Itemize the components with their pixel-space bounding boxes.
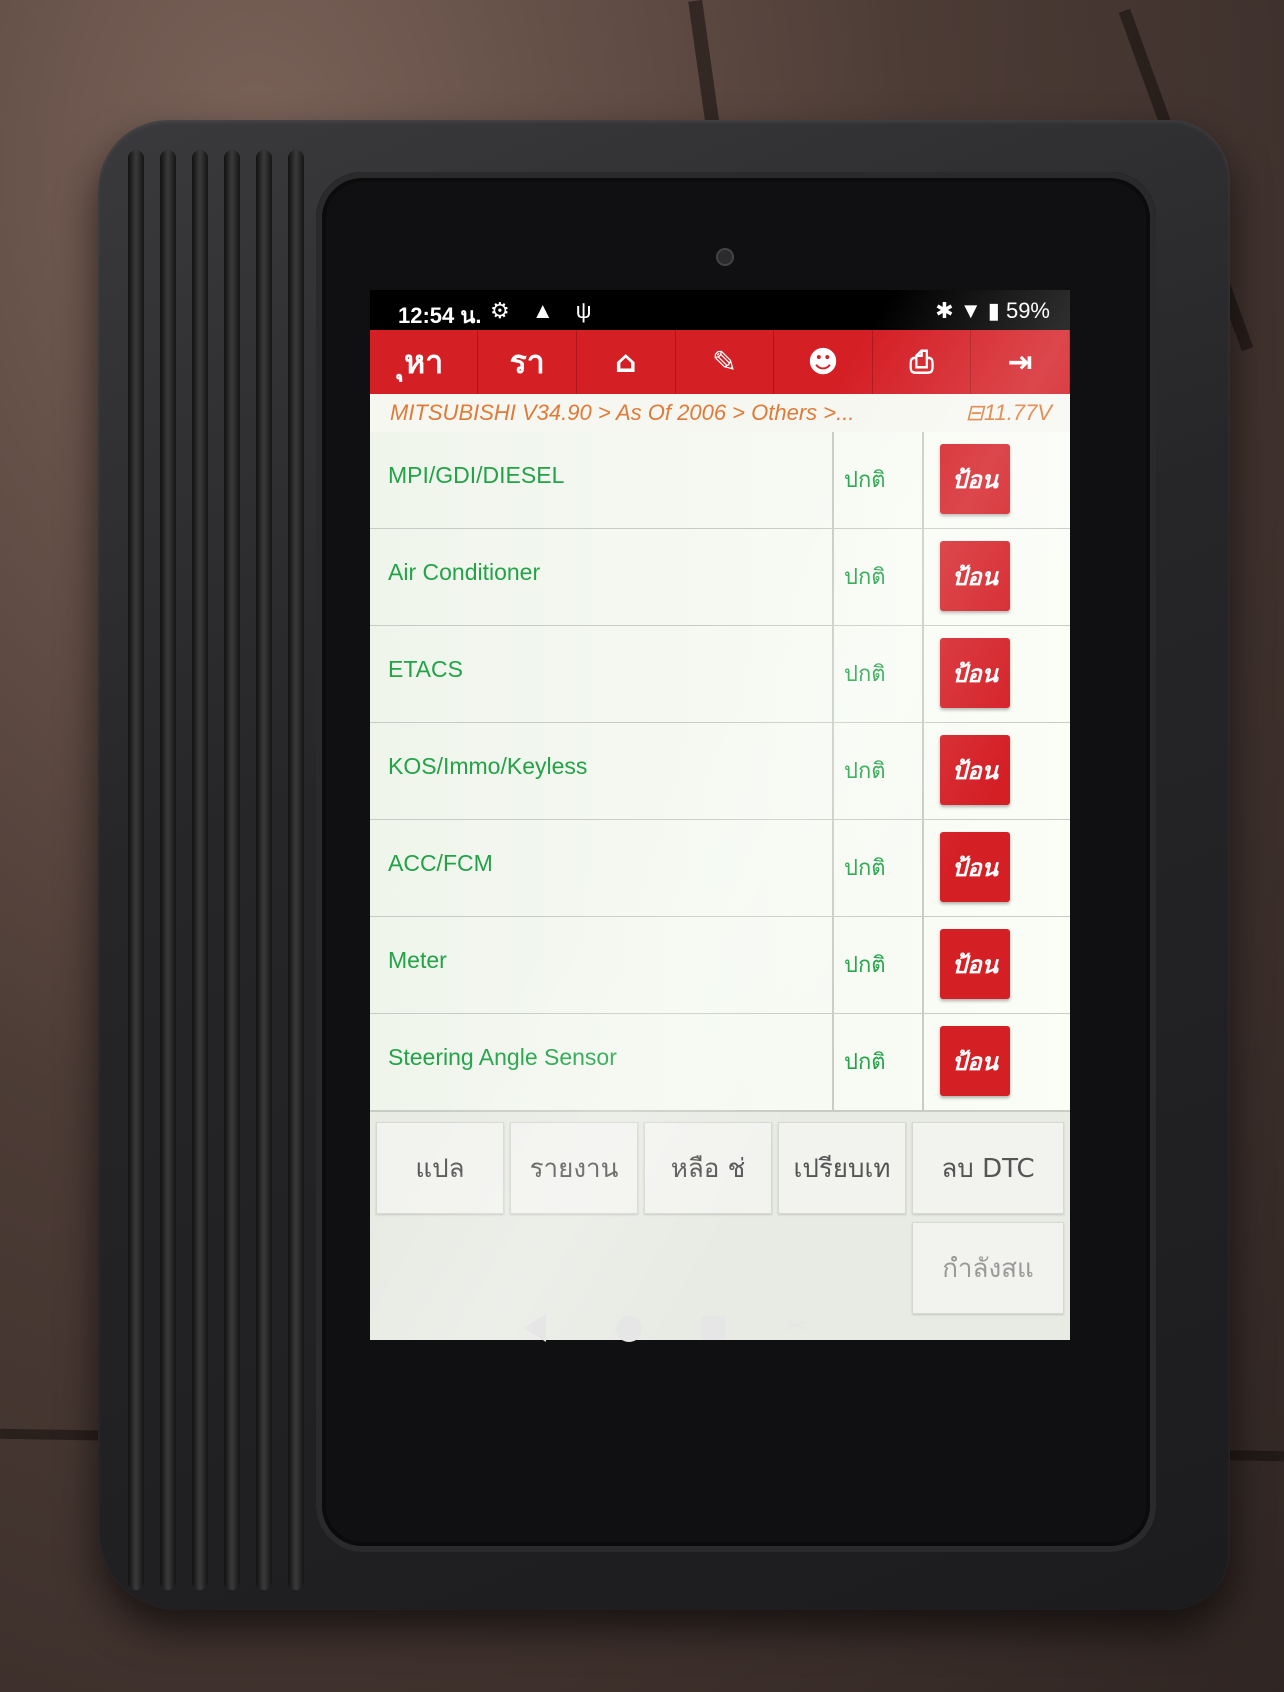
voltage-value: 11.77V [983, 400, 1052, 425]
compare-button[interactable]: เปรียบเท [778, 1122, 906, 1214]
top-toolbar: ุหา รา ⌂ ✎ ☻ ⎙ ⇥ [370, 330, 1070, 394]
clear-dtc-button[interactable]: ลบ DTC [912, 1122, 1064, 1214]
status-time: 12:54 น. [398, 303, 482, 328]
status-icons: ✱ ▼ ▮ [935, 298, 1000, 323]
android-nav-bar: ✂ [340, 1290, 1040, 1380]
system-name: KOS/Immo/Keyless [388, 753, 588, 779]
system-name: Air Conditioner [388, 559, 541, 585]
system-status: ปกติ [844, 856, 886, 881]
translate-button[interactable]: แปล [376, 1122, 504, 1214]
system-status: ปกติ [844, 953, 886, 978]
battery-percentage: 59% [1005, 298, 1050, 323]
enter-button[interactable]: ป้อน [940, 444, 1010, 514]
breadcrumb-row: MITSUBISHI V34.90 > As Of 2006 > Others … [370, 394, 1070, 433]
edit-icon[interactable]: ✎ [676, 330, 775, 394]
enter-button[interactable]: ป้อน [940, 929, 1010, 999]
screenshot-icon[interactable]: ✂ [786, 1312, 814, 1344]
list-item[interactable]: ETACS ปกติ ป้อน [370, 626, 1070, 724]
front-camera [716, 248, 734, 266]
enter-button[interactable]: ป้อน [940, 541, 1010, 611]
search-button[interactable]: ุหา [370, 330, 479, 394]
system-status: ปกติ [844, 662, 886, 687]
enter-button[interactable]: ป้อน [940, 832, 1010, 902]
breadcrumb: MITSUBISHI V34.90 > As Of 2006 > Others … [390, 400, 855, 425]
status-icons-left: ⚙ ▲ ψ [490, 298, 600, 323]
print-icon[interactable]: ⎙ [873, 330, 972, 394]
report-button[interactable]: รายงาน [510, 1122, 638, 1214]
battery-voltage: ⊟11.77V [965, 400, 1052, 426]
system-status: ปกติ [844, 565, 886, 590]
back-icon[interactable] [524, 1314, 546, 1342]
list-item[interactable]: Air Conditioner ปกติ ป้อน [370, 529, 1070, 627]
exit-icon[interactable]: ⇥ [971, 330, 1070, 394]
system-name: Steering Angle Sensor [388, 1044, 617, 1070]
system-name: ETACS [388, 656, 463, 682]
status-bar: 12:54 น. ⚙ ▲ ψ ✱ ▼ ▮ 59% [370, 290, 1070, 330]
list-item[interactable]: ACC/FCM ปกติ ป้อน [370, 820, 1070, 918]
system-status: ปกติ [844, 759, 886, 784]
list-item[interactable]: MPI/GDI/DIESEL ปกติ ป้อน [370, 432, 1070, 530]
system-status: ปกติ [844, 468, 886, 493]
home-icon[interactable]: ⌂ [577, 330, 676, 394]
system-list: MPI/GDI/DIESEL ปกติ ป้อน Air Conditioner… [370, 432, 1070, 1112]
status-icons-right: ✱ ▼ ▮ 59% [935, 298, 1050, 324]
list-item[interactable]: Meter ปกติ ป้อน [370, 917, 1070, 1015]
toolbar-text-button[interactable]: รา [478, 330, 577, 394]
enter-button[interactable]: ป้อน [940, 735, 1010, 805]
screen: 12:54 น. ⚙ ▲ ψ ✱ ▼ ▮ 59% ุหา รา ⌂ ✎ ☻ ⎙ … [370, 290, 1070, 1340]
user-icon[interactable]: ☻ [774, 330, 873, 394]
system-status: ปกติ [844, 1050, 886, 1075]
battery-icon: ⊟ [965, 400, 984, 425]
device-grip-ribs [118, 150, 308, 1590]
home-circle-icon[interactable] [616, 1316, 642, 1342]
system-name: MPI/GDI/DIESEL [388, 462, 565, 488]
enter-button[interactable]: ป้อน [940, 1026, 1010, 1096]
recent-apps-icon[interactable] [702, 1316, 726, 1340]
system-name: ACC/FCM [388, 850, 493, 876]
help-button[interactable]: หลือ ช่ [644, 1122, 772, 1214]
list-item[interactable]: Steering Angle Sensor ปกติ ป้อน [370, 1014, 1070, 1112]
list-item[interactable]: KOS/Immo/Keyless ปกติ ป้อน [370, 723, 1070, 821]
system-name: Meter [388, 947, 447, 973]
enter-button[interactable]: ป้อน [940, 638, 1010, 708]
